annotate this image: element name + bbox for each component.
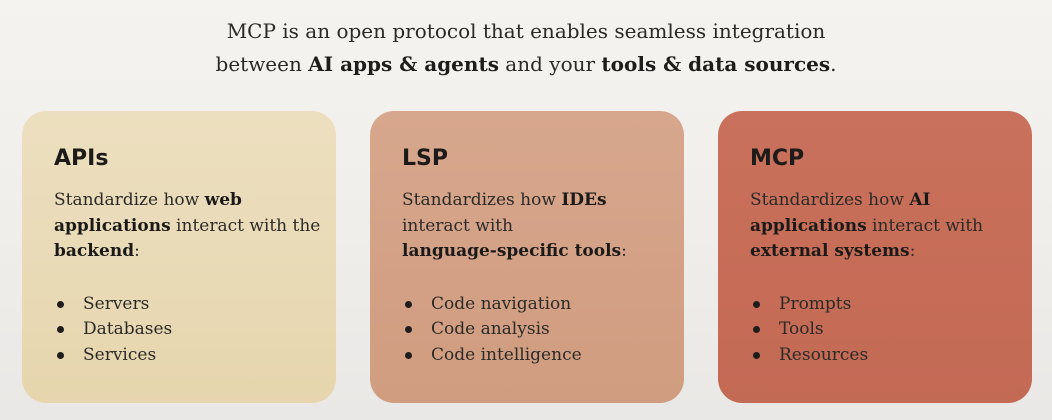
mcp-card-title: MCP (750, 146, 805, 171)
mcp-desc-text: interact with (866, 215, 984, 236)
list-item-label: Services (83, 344, 157, 365)
list-item: Databases (54, 317, 336, 343)
mcp-card-list: Prompts Tools Resources (750, 292, 1032, 369)
list-item-label: Code analysis (431, 319, 550, 339)
apis-card: APIs Standardize how web applications in… (22, 111, 336, 403)
list-item: Resources (750, 343, 1032, 369)
apis-desc-text: : (134, 241, 140, 261)
lsp-desc-text: : (621, 241, 627, 261)
bullet-icon (57, 300, 64, 308)
list-item: Code analysis (402, 317, 684, 343)
bullet-icon (753, 326, 760, 334)
list-item-label: Tools (779, 319, 824, 339)
list-item-label: Code navigation (431, 293, 572, 314)
mcp-card-description: Standardizes how AI applications interac… (750, 188, 1020, 265)
intro-line-2-middle: and your (498, 52, 602, 76)
list-item: Servers (54, 292, 336, 318)
list-item-label: Resources (779, 344, 869, 365)
apis-desc-text: Standardize how (54, 190, 205, 210)
apis-card-description: Standardize how web applications interac… (54, 188, 324, 265)
lsp-desc-emphasis: IDEs (561, 190, 607, 210)
list-item: Tools (750, 317, 1032, 343)
bullet-icon (405, 300, 412, 308)
list-item-label: Code intelligence (431, 344, 582, 365)
lsp-card-description: Standardizes how IDEs interact with lang… (402, 188, 672, 265)
bullet-icon (57, 326, 64, 334)
apis-desc-text: interact with the (170, 215, 321, 236)
list-item: Code intelligence (402, 343, 684, 369)
mcp-desc-text: : (909, 241, 916, 261)
lsp-desc-text: interact with (402, 215, 514, 236)
list-item-label: Servers (83, 293, 150, 314)
mcp-desc-emphasis: external systems (750, 241, 910, 261)
intro-line-1-text: MCP is an open protocol that enables sea… (226, 19, 826, 43)
bullet-icon (753, 300, 760, 308)
bullet-icon (405, 351, 412, 359)
intro-line-2-period: . (830, 52, 837, 76)
lsp-card-title: LSP (402, 146, 448, 171)
intro-line-2-text: between (215, 52, 309, 76)
intro-line-2: between AI apps & agents and your tools … (0, 48, 1052, 81)
list-item: Prompts (750, 292, 1032, 318)
intro-text: MCP is an open protocol that enables sea… (0, 15, 1052, 81)
apis-card-list: Servers Databases Services (54, 292, 336, 369)
bullet-icon (753, 351, 760, 359)
bullet-icon (405, 326, 412, 334)
lsp-desc-emphasis: language-specific tools (402, 241, 622, 261)
list-item-label: Databases (83, 319, 173, 339)
intro-line-1: MCP is an open protocol that enables sea… (0, 15, 1052, 48)
list-item-label: Prompts (779, 293, 852, 314)
intro-ai-apps-emphasis: AI apps & agents (308, 52, 499, 76)
lsp-card-list: Code navigation Code analysis Code intel… (402, 292, 684, 369)
list-item: Code navigation (402, 292, 684, 318)
mcp-desc-text: Standardizes how (750, 190, 910, 210)
bullet-icon (57, 351, 64, 359)
apis-desc-emphasis: backend (54, 241, 135, 261)
list-item: Services (54, 343, 336, 369)
mcp-card: MCP Standardizes how AI applications int… (718, 111, 1032, 403)
intro-tools-emphasis: tools & data sources (601, 52, 831, 76)
apis-card-title: APIs (54, 146, 109, 171)
lsp-card: LSP Standardizes how IDEs interact with … (370, 111, 684, 403)
lsp-desc-text: Standardizes how (402, 190, 562, 210)
